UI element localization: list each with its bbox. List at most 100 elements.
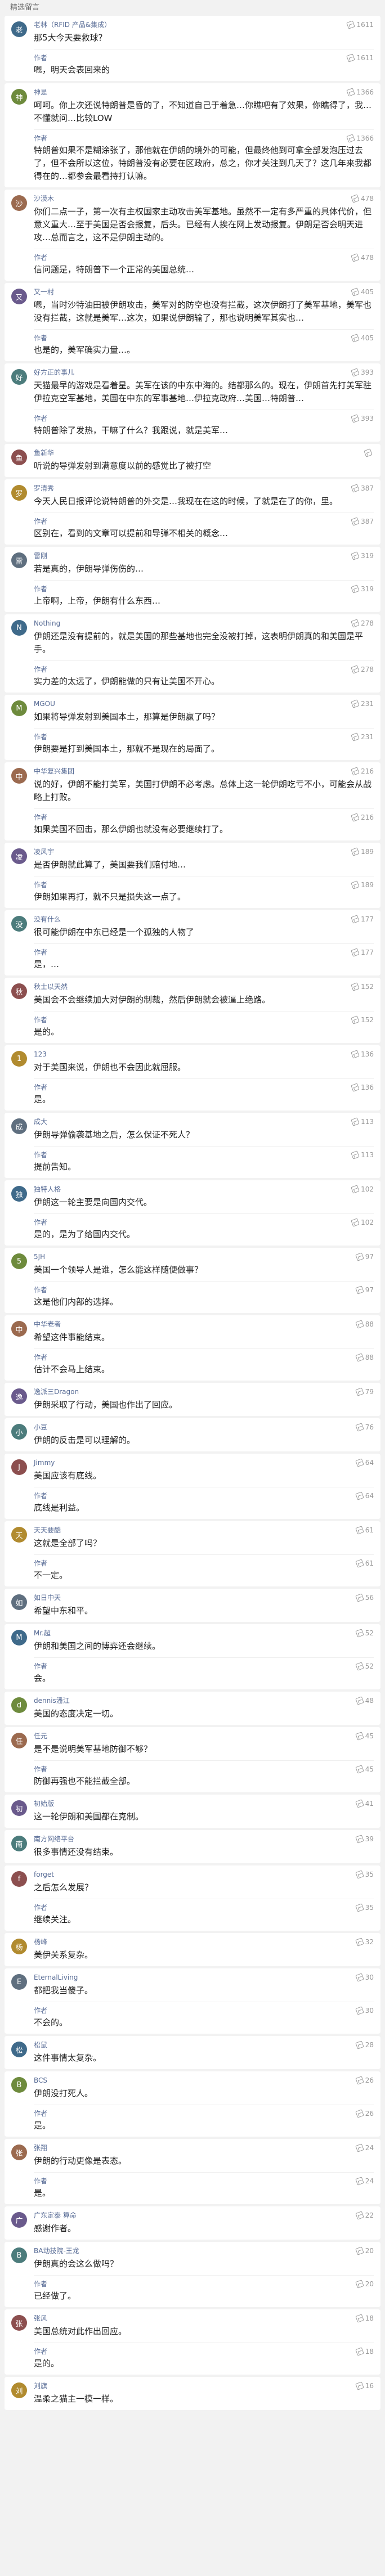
comment-item: M MGOU 231 如果将导弹发射到美国本土，那算是伊朗赢了吗？ 作者 231 伊朗要是打… — [5, 695, 380, 760]
like-button[interactable]: 64 — [355, 1458, 374, 1467]
comment-text: 希望中东和平。 — [34, 1606, 93, 1616]
thumb-up-icon — [351, 1082, 360, 1092]
like-button[interactable]: 76 — [355, 1423, 374, 1432]
like-button[interactable]: 152 — [351, 982, 374, 991]
author-reply: 作者 278 实力差的太远了，伊朗能做的只有让美国不开心。 — [34, 660, 374, 688]
like-button[interactable]: 393 — [351, 368, 374, 377]
like-button[interactable]: 35 — [355, 1870, 374, 1879]
like-button[interactable]: 278 — [351, 619, 374, 628]
author-reply: 作者 113 提前告知。 — [34, 1146, 374, 1174]
reply-like-button[interactable]: 102 — [351, 1217, 374, 1227]
reply-author: 作者 — [34, 585, 48, 593]
like-button[interactable]: 1366 — [346, 88, 374, 97]
reply-like-button[interactable]: 319 — [351, 584, 374, 594]
thumb-up-icon — [355, 1764, 364, 1774]
like-button[interactable]: 26 — [355, 2076, 374, 2085]
comment-author: 杨峰 — [34, 1938, 48, 1946]
thumb-up-icon — [355, 2346, 364, 2356]
like-button[interactable]: 48 — [355, 1696, 374, 1705]
reply-like-button[interactable]: 45 — [355, 1764, 374, 1774]
reply-like-button[interactable]: 64 — [355, 1491, 374, 1500]
like-count: 16 — [365, 2382, 374, 2390]
like-button[interactable]: 405 — [351, 287, 374, 296]
thumb-up-icon — [364, 448, 373, 457]
thumb-up-icon — [351, 664, 360, 674]
like-button[interactable]: 45 — [355, 1732, 374, 1741]
like-button[interactable]: 231 — [351, 699, 374, 708]
comment-text: 都把我当傻子。 — [34, 1985, 93, 1995]
like-button[interactable] — [364, 448, 374, 457]
thumb-up-icon — [351, 1217, 360, 1227]
like-button[interactable]: 30 — [355, 1973, 374, 1982]
reply-like-button[interactable]: 278 — [351, 664, 374, 674]
like-button[interactable]: 41 — [355, 1799, 374, 1808]
reply-like-button[interactable]: 61 — [355, 1558, 374, 1568]
like-button[interactable]: 56 — [355, 1593, 374, 1602]
comment-text: 美伊关系复杂。 — [34, 1950, 93, 1960]
like-button[interactable]: 216 — [351, 767, 374, 776]
like-button[interactable]: 20 — [355, 2246, 374, 2255]
reply-like-button[interactable]: 152 — [351, 1015, 374, 1024]
like-button[interactable]: 1611 — [346, 20, 374, 29]
reply-like-button[interactable]: 478 — [351, 253, 374, 262]
reply-like-button[interactable]: 113 — [351, 1150, 374, 1159]
reply-like-count: 177 — [361, 948, 374, 956]
reply-like-count: 152 — [361, 1015, 374, 1024]
reply-like-button[interactable]: 97 — [355, 1285, 374, 1294]
like-button[interactable]: 32 — [355, 1937, 374, 1946]
like-button[interactable]: 52 — [355, 1629, 374, 1638]
reply-like-button[interactable]: 1611 — [346, 53, 374, 62]
reply-like-button[interactable]: 393 — [351, 413, 374, 423]
reply-like-button[interactable]: 405 — [351, 333, 374, 343]
like-button[interactable]: 97 — [355, 1252, 374, 1261]
like-button[interactable]: 79 — [355, 1387, 374, 1396]
like-button[interactable]: 61 — [355, 1526, 374, 1535]
comment-text: 伊朗和美国之间的博弈还会继续。 — [34, 1641, 161, 1651]
thumb-up-icon — [351, 194, 360, 203]
author-reply: 作者 24 是。 — [34, 2172, 374, 2200]
reply-like-button[interactable]: 177 — [351, 947, 374, 957]
comment-header: BA动技院-王龙 20 — [34, 2246, 374, 2255]
like-count: 26 — [365, 2076, 374, 2084]
comment-author: 广东定泰 算命 — [34, 2211, 77, 2219]
thumb-up-icon — [351, 982, 360, 991]
reply-like-button[interactable]: 26 — [355, 2109, 374, 2118]
like-button[interactable]: 39 — [355, 1835, 374, 1844]
comment-text: 感谢作者。 — [34, 2223, 77, 2233]
like-button[interactable]: 478 — [351, 194, 374, 203]
like-button[interactable]: 319 — [351, 551, 374, 560]
reply-like-button[interactable]: 30 — [355, 2006, 374, 2015]
reply-like-button[interactable]: 231 — [351, 732, 374, 741]
like-button[interactable]: 136 — [351, 1050, 374, 1059]
reply-like-button[interactable]: 1366 — [346, 133, 374, 143]
reply-like-button[interactable]: 136 — [351, 1082, 374, 1092]
like-button[interactable]: 28 — [355, 2040, 374, 2049]
reply-like-button[interactable]: 88 — [355, 1352, 374, 1362]
comment-author: 雷刚 — [34, 552, 48, 560]
reply-like-button[interactable]: 216 — [351, 812, 374, 822]
like-button[interactable]: 189 — [351, 847, 374, 856]
reply-like-button[interactable]: 20 — [355, 2279, 374, 2289]
like-button[interactable]: 102 — [351, 1185, 374, 1194]
like-button[interactable]: 113 — [351, 1117, 374, 1126]
like-count: 393 — [361, 368, 374, 376]
comment-author: BA动技院-王龙 — [34, 2247, 79, 2255]
comment-item: 1 123 136 对于美国来说，伊朗也不会因此就屈服。 作者 136 是。 — [5, 1045, 380, 1111]
like-button[interactable]: 88 — [355, 1320, 374, 1329]
reply-like-button[interactable]: 35 — [355, 1903, 374, 1912]
thumb-up-icon — [355, 1352, 364, 1362]
like-button[interactable]: 16 — [355, 2381, 374, 2390]
like-count: 97 — [365, 1253, 374, 1261]
thumb-up-icon — [355, 2143, 364, 2152]
reply-header: 作者 45 — [34, 1764, 374, 1774]
reply-like-button[interactable]: 387 — [351, 516, 374, 526]
reply-like-button[interactable]: 189 — [351, 880, 374, 889]
like-button[interactable]: 24 — [355, 2143, 374, 2152]
reply-like-button[interactable]: 18 — [355, 2346, 374, 2356]
like-button[interactable]: 22 — [355, 2211, 374, 2220]
reply-like-button[interactable]: 52 — [355, 1661, 374, 1671]
like-button[interactable]: 177 — [351, 915, 374, 924]
like-button[interactable]: 18 — [355, 2314, 374, 2323]
like-button[interactable]: 387 — [351, 484, 374, 493]
reply-like-button[interactable]: 24 — [355, 2176, 374, 2186]
